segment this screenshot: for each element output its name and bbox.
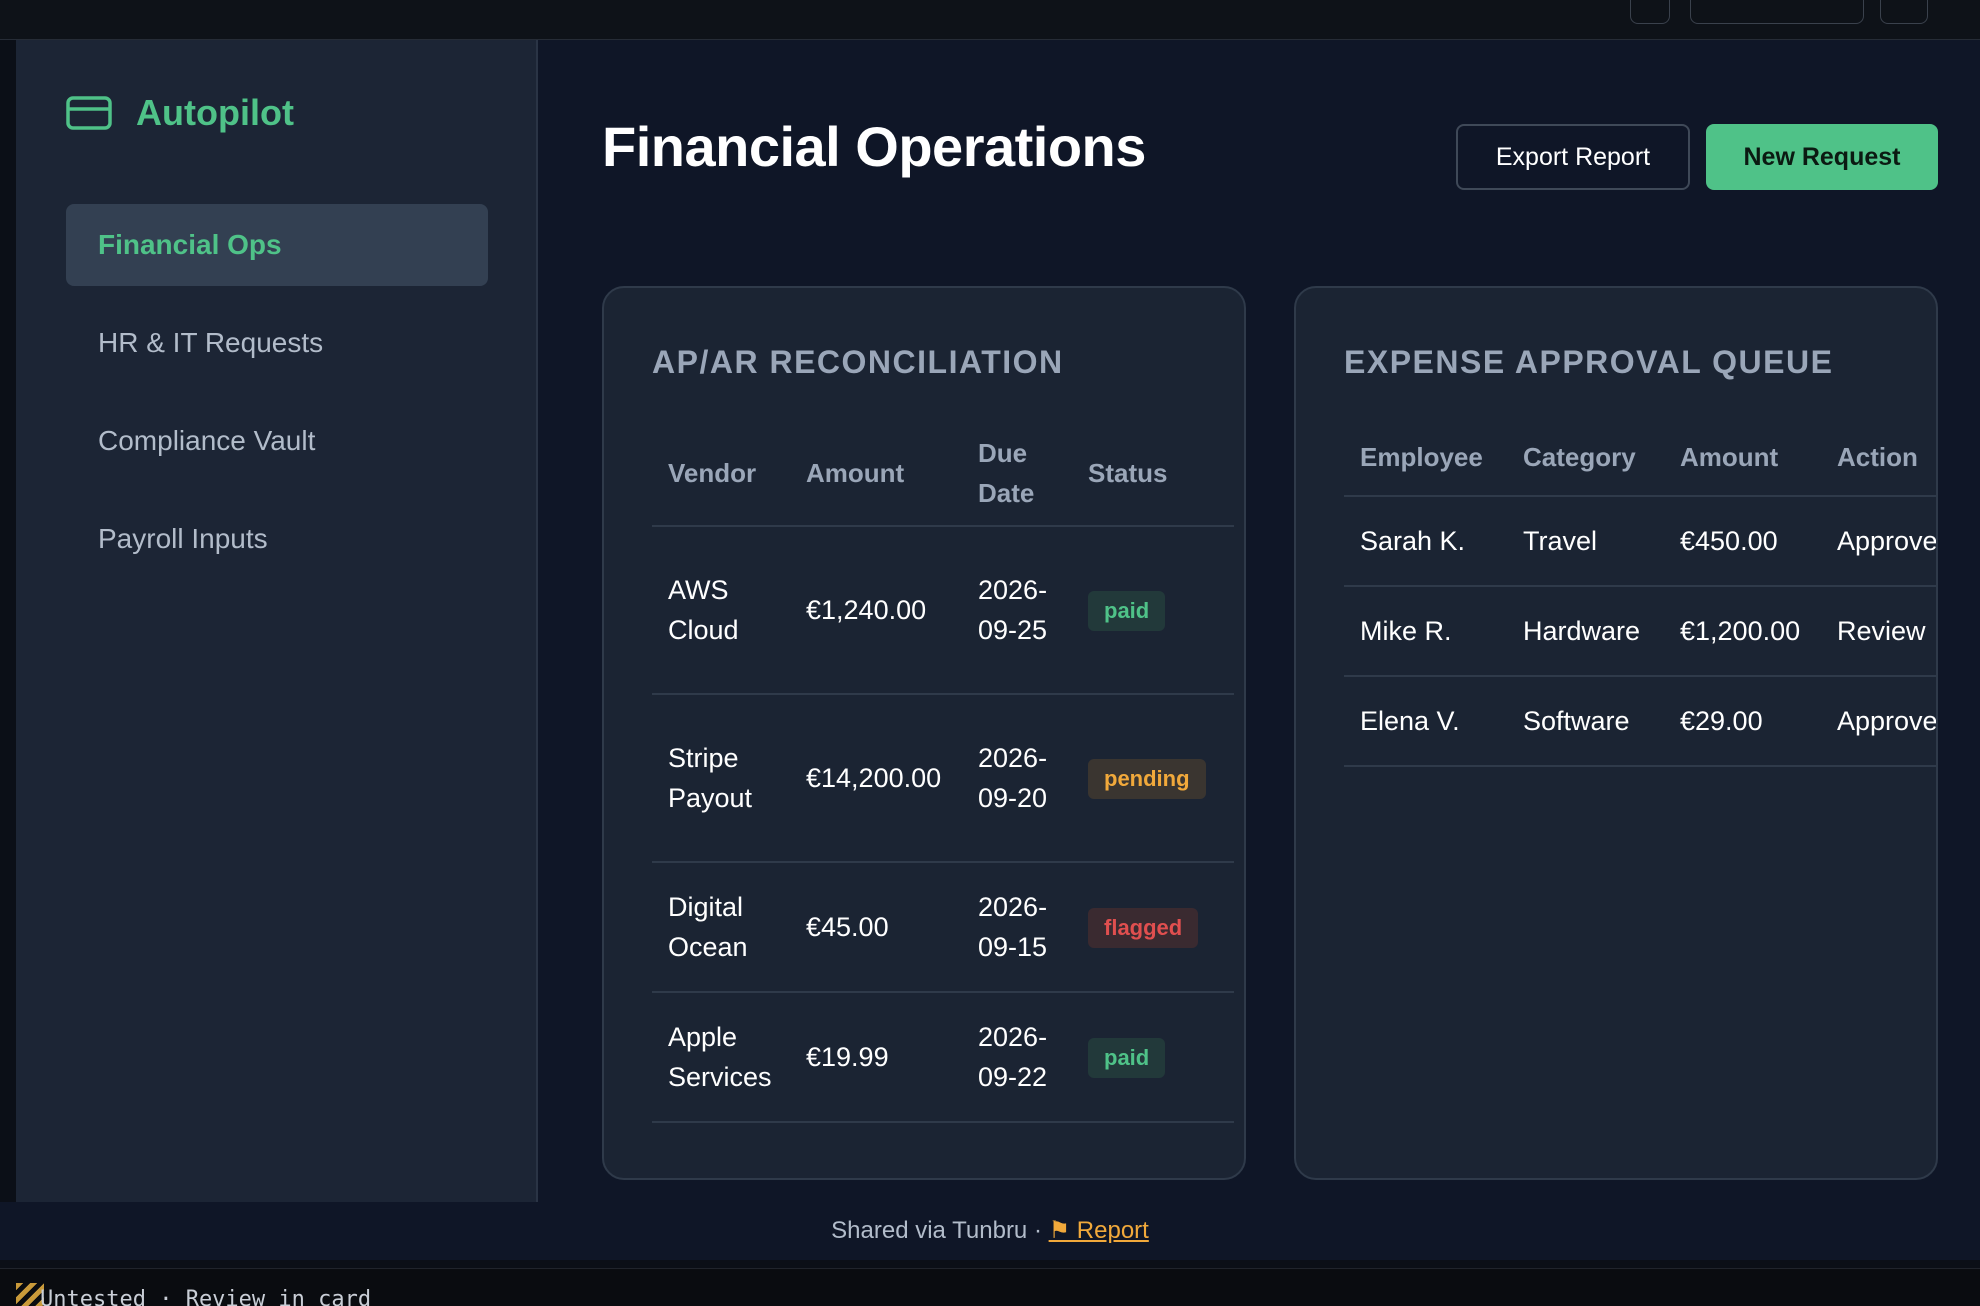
top-bar-control[interactable] <box>1690 0 1864 24</box>
vendor-cell: AWS Cloud <box>652 526 790 695</box>
card-title: EXPENSE APPROVAL QUEUE <box>1344 344 1834 380</box>
amount-cell: €1,240.00 <box>790 526 962 695</box>
table-row: Stripe Payout €14,200.00 2026-09-20 pend… <box>652 694 1234 863</box>
vendor-cell: Digital Ocean <box>652 862 790 993</box>
status-badge: paid <box>1088 591 1166 631</box>
expense-queue-card: EXPENSE APPROVAL QUEUE Employee Category… <box>1294 286 1938 1180</box>
status-bar: Untested · Review in card <box>0 1268 1980 1306</box>
app-window: Autopilot Financial Ops HR & IT Requests… <box>16 40 1980 1202</box>
action-link[interactable]: Approve <box>1821 496 1936 587</box>
table-row: Sarah K. Travel €450.00 Approve <box>1344 496 1936 587</box>
amount-cell: €1,200.00 <box>1664 586 1821 677</box>
due-date-cell: 2026-09-25 <box>962 526 1072 695</box>
amount-cell: €45.00 <box>790 862 962 993</box>
category-cell: Travel <box>1507 496 1664 587</box>
due-date-cell: 2026-09-15 <box>962 862 1072 993</box>
table-row: Digital Ocean €45.00 2026-09-15 flagged <box>652 862 1234 993</box>
column-header: Due Date <box>962 420 1072 527</box>
action-link[interactable]: Review <box>1821 586 1936 677</box>
table-row: Elena V. Software €29.00 Approve <box>1344 676 1936 767</box>
footer: Shared via Tunbru · ⚑ Report <box>0 1202 1980 1260</box>
amount-cell: €19.99 <box>790 992 962 1123</box>
due-date-cell: 2026-09-20 <box>962 694 1072 863</box>
status-badge: paid <box>1088 1038 1166 1078</box>
footer-text: Shared via Tunbru · <box>831 1217 1049 1244</box>
brand-name: Autopilot <box>136 92 294 133</box>
category-cell: Hardware <box>1507 586 1664 677</box>
reconciliation-table: Vendor Amount Due Date Status AWS Cloud … <box>652 420 1234 1123</box>
page-title: Financial Operations <box>602 115 1146 178</box>
export-report-button[interactable]: Export Report <box>1456 124 1690 190</box>
status-text: Untested · Review in card <box>40 1287 372 1306</box>
column-header: Category <box>1507 420 1664 497</box>
employee-cell: Sarah K. <box>1344 496 1507 587</box>
sidebar-item-financial-ops[interactable]: Financial Ops <box>66 204 488 286</box>
column-header: Vendor <box>652 420 790 527</box>
credit-card-icon <box>66 96 112 130</box>
reconciliation-card: AP/AR RECONCILIATION Vendor Amount Due D… <box>602 286 1246 1180</box>
sidebar-nav: Financial Ops HR & IT Requests Complianc… <box>66 204 488 596</box>
status-badge: pending <box>1088 759 1206 799</box>
category-cell: Software <box>1507 676 1664 767</box>
column-header: Action <box>1821 420 1936 497</box>
status-badge: flagged <box>1088 908 1199 948</box>
column-header: Employee <box>1344 420 1507 497</box>
table-row: AWS Cloud €1,240.00 2026-09-25 paid <box>652 526 1234 695</box>
card-title: AP/AR RECONCILIATION <box>652 344 1064 380</box>
top-bar-control[interactable] <box>1630 0 1670 24</box>
brand[interactable]: Autopilot <box>66 92 294 134</box>
amount-cell: €29.00 <box>1664 676 1821 767</box>
employee-cell: Elena V. <box>1344 676 1507 767</box>
sidebar: Autopilot Financial Ops HR & IT Requests… <box>16 40 538 1202</box>
sidebar-item-hr-it-requests[interactable]: HR & IT Requests <box>66 302 488 384</box>
amount-cell: €14,200.00 <box>790 694 962 863</box>
vendor-cell: Stripe Payout <box>652 694 790 863</box>
window-top-bar <box>0 0 1980 40</box>
expense-queue-table: Employee Category Amount Action Sarah K.… <box>1344 420 1936 767</box>
table-row: Mike R. Hardware €1,200.00 Review <box>1344 586 1936 677</box>
column-header: Amount <box>790 420 962 527</box>
top-bar-control[interactable] <box>1880 0 1928 24</box>
new-request-button[interactable]: New Request <box>1706 124 1938 190</box>
report-link[interactable]: ⚑ Report <box>1049 1217 1149 1244</box>
column-header: Status <box>1072 420 1234 527</box>
employee-cell: Mike R. <box>1344 586 1507 677</box>
sidebar-item-payroll-inputs[interactable]: Payroll Inputs <box>66 498 488 580</box>
due-date-cell: 2026-09-22 <box>962 992 1072 1123</box>
table-header-row: Vendor Amount Due Date Status <box>652 420 1234 527</box>
main-content: Financial Operations Export Report New R… <box>540 40 1980 1202</box>
vendor-cell: Apple Services <box>652 992 790 1123</box>
amount-cell: €450.00 <box>1664 496 1821 587</box>
sidebar-item-compliance-vault[interactable]: Compliance Vault <box>66 400 488 482</box>
column-header: Amount <box>1664 420 1821 497</box>
table-header-row: Employee Category Amount Action <box>1344 420 1936 497</box>
table-row: Apple Services €19.99 2026-09-22 paid <box>652 992 1234 1123</box>
action-link[interactable]: Approve <box>1821 676 1936 767</box>
